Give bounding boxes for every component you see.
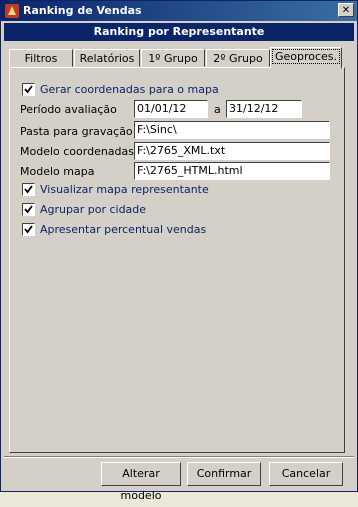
gerar-coordenadas-label: Gerar coordenadas para o mapa: [40, 83, 219, 96]
pasta-label: Pasta para gravação: [20, 125, 133, 138]
tab-geoproces-label: Geoproces.: [271, 49, 341, 64]
checkbox-checked-icon[interactable]: [22, 83, 35, 96]
confirmar-label: Confirmar: [196, 467, 252, 480]
agrupar-cidade-label: Agrupar por cidade: [40, 203, 147, 216]
tab-filtros-label: Filtros: [24, 52, 58, 65]
cancelar-button[interactable]: Cancelar: [269, 462, 343, 486]
tab-relatorios[interactable]: Relatórios: [74, 49, 140, 67]
page-title: Ranking por Representante: [4, 23, 354, 41]
periodo-fim-input[interactable]: 31/12/12: [226, 100, 302, 118]
modelo-mapa-label: Modelo mapa: [20, 165, 95, 178]
visualizar-mapa-label: Visualizar mapa representante: [40, 183, 209, 196]
tab-1-grupo[interactable]: 1º Grupo: [141, 49, 205, 67]
pasta-input[interactable]: F:\Sinc\: [134, 121, 330, 139]
periodo-inicio-input[interactable]: 01/01/12: [134, 100, 208, 118]
tab-relatorios-label: Relatórios: [79, 52, 135, 65]
geoproces-panel: Gerar coordenadas para o mapa Período av…: [9, 67, 345, 453]
checkbox-checked-icon[interactable]: [22, 223, 35, 236]
window-title: Ranking de Vendas: [23, 4, 142, 17]
modelo-coordenadas-input[interactable]: F:\2765_XML.txt: [134, 142, 330, 160]
alterar-modelo-button[interactable]: Alterar modelo: [101, 462, 181, 502]
periodo-label: Período avaliação: [20, 103, 117, 116]
confirmar-button[interactable]: Confirmar: [187, 462, 261, 486]
app-icon: [4, 3, 20, 19]
alterar-modelo-label: Alterar modelo: [120, 467, 162, 502]
checkbox-checked-icon[interactable]: [22, 203, 35, 216]
tab-1-grupo-label: 1º Grupo: [148, 52, 198, 65]
modelo-mapa-input[interactable]: F:\2765_HTML.html: [134, 162, 330, 180]
cancelar-label: Cancelar: [281, 467, 331, 480]
modelo-coordenadas-label: Modelo coordenadas: [20, 145, 135, 158]
percentual-vendas-label: Apresentar percentual vendas: [40, 223, 207, 236]
title-bar[interactable]: Ranking de Vendas ✕: [1, 1, 357, 21]
tab-filtros[interactable]: Filtros: [9, 49, 73, 67]
tab-bar: Filtros Relatórios 1º Grupo 2º Grupo Geo…: [9, 47, 349, 69]
ranking-window: Ranking de Vendas ✕ Ranking por Represen…: [0, 0, 358, 502]
checkbox-checked-icon[interactable]: [22, 183, 35, 196]
tab-2-grupo[interactable]: 2º Grupo: [206, 49, 270, 67]
footer-separator: [4, 456, 354, 458]
periodo-separator: a: [214, 103, 221, 116]
tab-geoproces[interactable]: Geoproces.: [270, 47, 342, 69]
close-icon[interactable]: ✕: [338, 3, 354, 17]
tab-2-grupo-label: 2º Grupo: [213, 52, 263, 65]
